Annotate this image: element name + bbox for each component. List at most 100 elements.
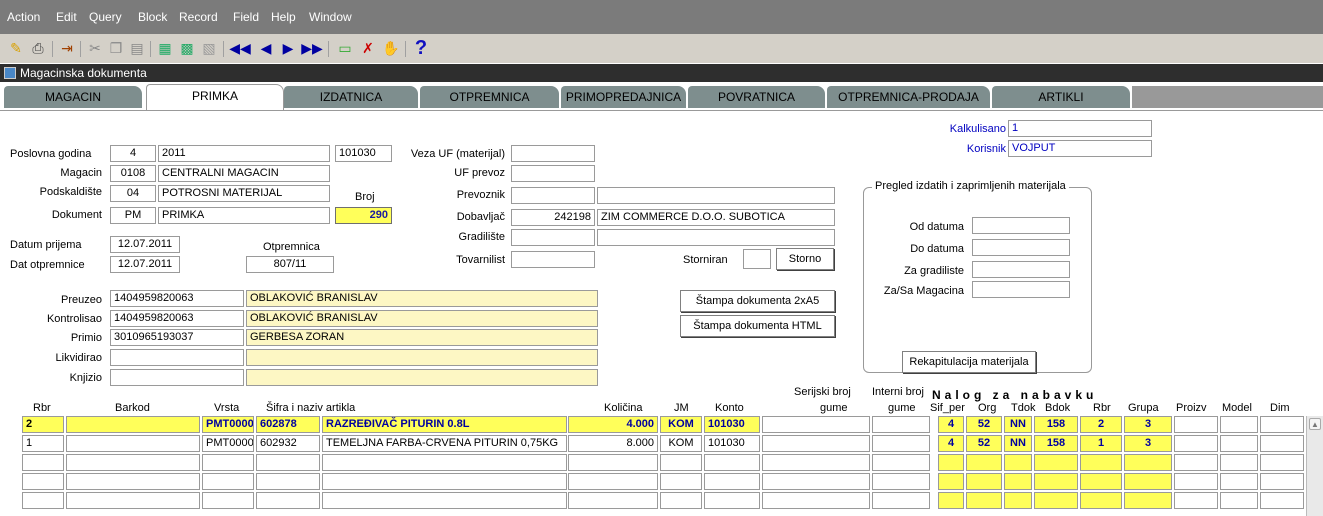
grid-cell-col8-row3[interactable]	[762, 454, 870, 471]
menu-field[interactable]: Field	[233, 10, 259, 24]
grid-cell-konto-row5[interactable]	[704, 492, 760, 509]
print-icon[interactable]: ⎙	[28, 38, 48, 58]
grid-cell-barkod-row1[interactable]	[66, 416, 200, 433]
grid-cell-bdok-row1[interactable]: 158	[1034, 416, 1078, 433]
grid-cell-rbr-row3[interactable]	[22, 454, 64, 471]
grid-cell-tdok-row5[interactable]	[1004, 492, 1032, 509]
menu-record[interactable]: Record	[179, 10, 218, 24]
magacin-code-field[interactable]: 0108	[110, 165, 156, 182]
grid-cell-konto-row2[interactable]: 101030	[704, 435, 760, 452]
paste-icon[interactable]: ▤	[127, 38, 147, 58]
grid-cell-bdok-row4[interactable]	[1034, 473, 1078, 490]
knjizio-jmbg-field[interactable]	[110, 369, 244, 386]
grid-cell-col17-row3[interactable]	[1220, 454, 1258, 471]
likvidirao-name-field[interactable]	[246, 349, 598, 366]
insert-record-icon[interactable]: ▭	[335, 38, 355, 58]
grid-cell-org-row1[interactable]: 52	[966, 416, 1002, 433]
grid-cell-konto-row1[interactable]: 101030	[704, 416, 760, 433]
grid-cell-grupa-row5[interactable]	[1124, 492, 1172, 509]
grid-cell-jm-row2[interactable]: KOM	[660, 435, 702, 452]
grid-cell-sifra-row2[interactable]: 602932	[256, 435, 320, 452]
grid-cell-tdok-row1[interactable]: NN	[1004, 416, 1032, 433]
grid-cell-kolicina-row1[interactable]: 4.000	[568, 416, 658, 433]
grid-cell-barkod-row4[interactable]	[66, 473, 200, 490]
konto-field[interactable]: 101030	[335, 145, 392, 162]
tab-artikli[interactable]: ARTIKLI	[992, 86, 1130, 108]
grid-cell-sif_per-row3[interactable]	[938, 454, 964, 471]
grid-cell-barkod-row2[interactable]	[66, 435, 200, 452]
first-record-icon[interactable]: ◀◀	[229, 38, 251, 58]
menu-block[interactable]: Block	[138, 10, 167, 24]
grid-cell-rbr2-row1[interactable]: 2	[1080, 416, 1122, 433]
grid-cell-kolicina-row2[interactable]: 8.000	[568, 435, 658, 452]
scroll-up-icon[interactable]: ▲	[1309, 418, 1321, 430]
enter-query-icon[interactable]: ▦	[155, 38, 175, 58]
help-icon[interactable]: ?	[411, 37, 431, 59]
grid-cell-sif_per-row2[interactable]: 4	[938, 435, 964, 452]
grid-cell-col18-row5[interactable]	[1260, 492, 1304, 509]
tovarnilist-field[interactable]	[511, 251, 595, 268]
grid-cell-naziv-row4[interactable]	[322, 473, 567, 490]
grid-cell-col8-row2[interactable]	[762, 435, 870, 452]
grid-cell-col9-row3[interactable]	[872, 454, 930, 471]
grid-cell-col16-row3[interactable]	[1174, 454, 1218, 471]
preuzeo-name-field[interactable]: OBLAKOVIĆ BRANISLAV	[246, 290, 598, 307]
grid-cell-kolicina-row5[interactable]	[568, 492, 658, 509]
knjizio-name-field[interactable]	[246, 369, 598, 386]
otpremnica-field[interactable]: 807/11	[246, 256, 334, 273]
prevoznik-name-field[interactable]	[597, 187, 835, 204]
grid-cell-rbr-row4[interactable]	[22, 473, 64, 490]
grid-cell-grupa-row2[interactable]: 3	[1124, 435, 1172, 452]
likvidirao-jmbg-field[interactable]	[110, 349, 244, 366]
za-sa-magacina-field[interactable]	[972, 281, 1070, 298]
grid-cell-col8-row1[interactable]	[762, 416, 870, 433]
grid-cell-sifra-row1[interactable]: 602878	[256, 416, 320, 433]
dat-otpremnice-field[interactable]: 12.07.2011	[110, 256, 180, 273]
grid-cell-jm-row5[interactable]	[660, 492, 702, 509]
datum-prijema-field[interactable]: 12.07.2011	[110, 236, 180, 253]
grid-cell-tdok-row4[interactable]	[1004, 473, 1032, 490]
grid-cell-sif_per-row5[interactable]	[938, 492, 964, 509]
lock-record-icon[interactable]: ✋	[381, 38, 401, 58]
last-record-icon[interactable]: ▶▶	[301, 38, 323, 58]
od-datuma-field[interactable]	[972, 217, 1070, 234]
grid-cell-col18-row1[interactable]	[1260, 416, 1304, 433]
grid-cell-jm-row3[interactable]	[660, 454, 702, 471]
grid-cell-col16-row5[interactable]	[1174, 492, 1218, 509]
do-datuma-field[interactable]	[972, 239, 1070, 256]
tab-povratnica[interactable]: POVRATNICA	[688, 86, 825, 108]
grid-cell-rbr-row1[interactable]: 2	[22, 416, 64, 433]
menu-action[interactable]: Action	[7, 10, 40, 24]
delete-record-icon[interactable]: ✗	[358, 38, 378, 58]
grid-cell-col17-row5[interactable]	[1220, 492, 1258, 509]
poslovna-godina-code-field[interactable]: 4	[110, 145, 156, 162]
stampa-html-button[interactable]: Štampa dokumenta HTML	[680, 315, 835, 337]
grid-cell-rbr-row2[interactable]: 1	[22, 435, 64, 452]
magacin-name-field[interactable]: CENTRALNI MAGACIN	[158, 165, 330, 182]
grid-cell-naziv-row2[interactable]: TEMELJNA FARBA-CRVENA PITURIN 0,75KG	[322, 435, 567, 452]
grid-cell-tdok-row3[interactable]	[1004, 454, 1032, 471]
menu-window[interactable]: Window	[309, 10, 352, 24]
grid-cell-jm-row4[interactable]	[660, 473, 702, 490]
grid-cell-org-row5[interactable]	[966, 492, 1002, 509]
grid-cell-barkod-row3[interactable]	[66, 454, 200, 471]
grid-cell-bdok-row3[interactable]	[1034, 454, 1078, 471]
grid-cell-vrsta-row5[interactable]	[202, 492, 254, 509]
grid-cell-col9-row1[interactable]	[872, 416, 930, 433]
menu-help[interactable]: Help	[271, 10, 296, 24]
kalkulisano-field[interactable]: 1	[1008, 120, 1152, 137]
gradiliste-code-field[interactable]	[511, 229, 595, 246]
grid-cell-vrsta-row4[interactable]	[202, 473, 254, 490]
grid-cell-konto-row4[interactable]	[704, 473, 760, 490]
grid-cell-rbr-row5[interactable]	[22, 492, 64, 509]
grid-cell-grupa-row1[interactable]: 3	[1124, 416, 1172, 433]
preuzeo-jmbg-field[interactable]: 1404959820063	[110, 290, 244, 307]
grid-cell-grupa-row4[interactable]	[1124, 473, 1172, 490]
grid-cell-kolicina-row4[interactable]	[568, 473, 658, 490]
podskladiste-code-field[interactable]: 04	[110, 185, 156, 202]
kontrolisao-name-field[interactable]: OBLAKOVIĆ BRANISLAV	[246, 310, 598, 327]
grid-cell-rbr2-row5[interactable]	[1080, 492, 1122, 509]
grid-cell-vrsta-row2[interactable]: PMT0000	[202, 435, 254, 452]
grid-cell-sif_per-row1[interactable]: 4	[938, 416, 964, 433]
menu-query[interactable]: Query	[89, 10, 122, 24]
